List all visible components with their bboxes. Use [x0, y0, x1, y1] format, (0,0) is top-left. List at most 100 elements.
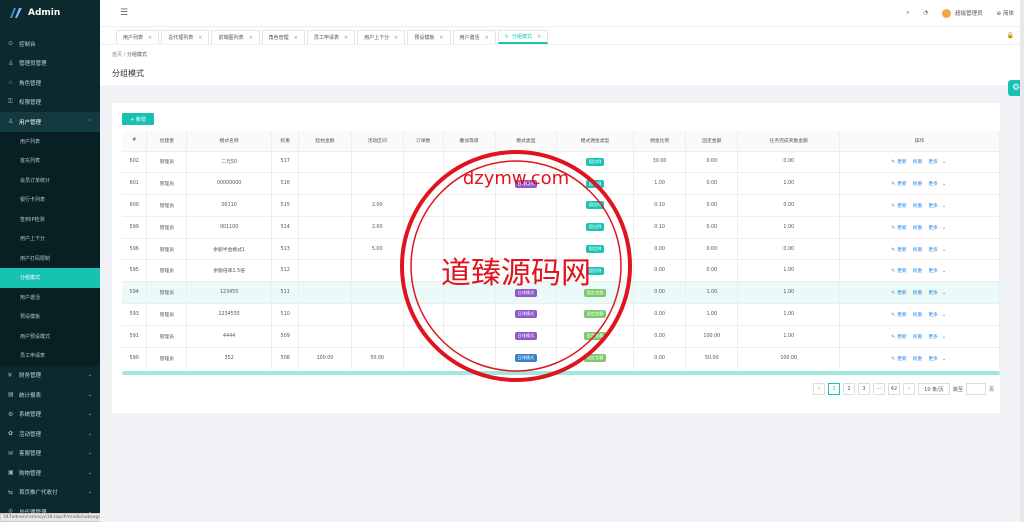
more-link[interactable]: 更多 ⌄ — [926, 335, 948, 340]
sidebar-subitem[interactable]: 用户打码限制 — [0, 249, 100, 269]
weight-link[interactable]: 权重 — [913, 204, 923, 209]
close-icon[interactable]: × — [148, 35, 152, 41]
app-logo[interactable]: Admin — [0, 0, 100, 26]
more-link[interactable]: 更多 ⌄ — [926, 182, 948, 187]
edit-link[interactable]: ✎ 更新 — [891, 357, 909, 362]
weight-link[interactable]: 权重 — [913, 313, 923, 318]
sidebar-item[interactable]: ⚙ 系统管理 ⌄ — [0, 405, 100, 425]
page-button[interactable]: ··· — [872, 383, 885, 395]
edit-link[interactable]: ✎ 更新 — [891, 182, 909, 187]
more-link[interactable]: 更多 ⌄ — [926, 204, 948, 209]
more-link[interactable]: 更多 ⌄ — [926, 269, 948, 274]
close-icon[interactable]: × — [485, 35, 489, 41]
more-link[interactable]: 更多 ⌄ — [926, 313, 948, 318]
more-link[interactable]: 更多 ⌄ — [926, 248, 948, 253]
table-row[interactable]: 602 管理员 二元50 517 固比例 30.00 0.00 0.00 ✎ 更新 权重 更多 ⌄ — [122, 150, 1000, 173]
add-button[interactable]: + 新增 — [122, 113, 154, 125]
close-icon[interactable]: × — [439, 35, 443, 41]
table-row[interactable]: 594 管理员 123455 511 日排模式 固定金额 0.00 1.00 1.00 ✎ 更新 权重… — [122, 281, 1000, 304]
tab-item[interactable]: 前端图列表 × — [211, 30, 260, 44]
user-menu[interactable]: 超级管理员 — [942, 8, 983, 18]
table-row[interactable]: 595 管理员 余额倍率1.5倍 512 固比例 0.00 0.00 1.00 ✎ 更新 权重 更多 ⌄ — [122, 259, 1000, 282]
tab-item[interactable]: 预设模板 × — [407, 30, 451, 44]
sidebar-item[interactable]: ♙ 管理员管理 — [0, 54, 100, 74]
sidebar-subitem[interactable]: 员工申请表 — [0, 346, 100, 366]
sidebar-subitem[interactable]: 预设模板 — [0, 307, 100, 327]
page-button[interactable]: 42 — [887, 383, 900, 395]
more-link[interactable]: 更多 ⌄ — [926, 357, 948, 362]
table-row[interactable]: 596 管理员 余额半金模式1 513 5.00 固比例 0.00 0.00 0.00 ✎ 更新 权重… — [122, 237, 1000, 260]
sidebar-subitem[interactable]: 用户预设模式 — [0, 327, 100, 347]
table-row[interactable]: 601 管理员 00000000 516 日排模式 固比例 1.00 0.00 1.00 ✎ 更新权… — [122, 172, 1000, 195]
tab-item[interactable]: 用户邀活 × — [452, 30, 496, 44]
tab-item[interactable]: 用户列表 × — [116, 30, 160, 44]
table-row[interactable]: 590 管理员 352 508 100.00 50.00 日排模式 固定金额 0.00 50.00… — [122, 346, 1000, 369]
sidebar-subitem[interactable]: 首充列表 — [0, 151, 100, 171]
edit-link[interactable]: ✎ 更新 — [891, 335, 909, 340]
sidebar-subitem[interactable]: 会员订单统计 — [0, 171, 100, 191]
sidebar-subitem[interactable]: 分组模式 — [0, 268, 100, 288]
sidebar-item[interactable]: ✉ 客服管理 ⌄ — [0, 444, 100, 464]
weight-link[interactable]: 权重 — [913, 335, 923, 340]
goto-input[interactable] — [965, 383, 986, 395]
more-link[interactable]: 更多 ⌄ — [926, 160, 948, 165]
edit-link[interactable]: ✎ 更新 — [891, 291, 909, 296]
page-size-select[interactable]: 10 条/页 — [917, 383, 950, 395]
more-link[interactable]: 更多 ⌄ — [926, 291, 948, 296]
search-icon[interactable]: ⌕ — [906, 10, 909, 17]
horizontal-scrollbar[interactable] — [122, 371, 1000, 375]
edit-link[interactable]: ✎ 更新 — [891, 269, 909, 274]
prev-page-icon[interactable]: ‹ — [812, 383, 825, 395]
sidebar-item[interactable]: ▤ 统计报表 ⌄ — [0, 385, 100, 405]
weight-link[interactable]: 权重 — [913, 269, 923, 274]
close-icon[interactable]: × — [198, 35, 202, 41]
weight-link[interactable]: 权重 — [913, 291, 923, 296]
edit-link[interactable]: ✎ 更新 — [891, 313, 909, 318]
sidebar-item[interactable]: ♘ 角色管理 — [0, 73, 100, 93]
sidebar-item[interactable]: ▣ 购物管理 ⌄ — [0, 463, 100, 483]
sidebar-subitem[interactable]: 签到IP检测 — [0, 210, 100, 230]
language-switch[interactable]: ⊕ 简体 — [997, 9, 1014, 17]
edit-link[interactable]: ✎ 更新 — [891, 248, 909, 253]
edit-link[interactable]: ✎ 更新 — [891, 160, 909, 165]
page-button[interactable]: 1 — [827, 383, 840, 395]
close-icon[interactable]: × — [394, 35, 398, 41]
bell-icon[interactable]: ◔ — [923, 10, 928, 16]
sidebar-subitem[interactable]: 用户邀活 — [0, 288, 100, 308]
table-row[interactable]: 600 管理员 00110 515 2.00 固比例 0.10 0.00 0.00 ✎ 更新 权重 更多… — [122, 194, 1000, 217]
more-link[interactable]: 更多 ⌄ — [926, 226, 948, 231]
close-icon[interactable]: × — [344, 35, 348, 41]
close-icon[interactable]: × — [294, 35, 298, 41]
breadcrumb-home[interactable]: 首页 — [112, 52, 122, 58]
close-icon[interactable]: × — [248, 35, 252, 41]
weight-link[interactable]: 权重 — [913, 160, 923, 165]
weight-link[interactable]: 权重 — [913, 248, 923, 253]
table-row[interactable]: 593 管理员 1234555 510 日排模式 固定金额 0.00 1.00 1.00 ✎ 更新权… — [122, 303, 1000, 326]
next-page-icon[interactable]: › — [902, 383, 915, 395]
sidebar-subitem[interactable]: 用户列表 — [0, 132, 100, 152]
tab-item[interactable]: 用户上下分 × — [357, 30, 406, 44]
sidebar-item[interactable]: ¥ 财务管理 ⌄ — [0, 366, 100, 386]
menu-toggle-icon[interactable]: ☰ — [120, 8, 128, 18]
weight-link[interactable]: 权重 — [913, 357, 923, 362]
tab-item[interactable]: 员工申请表 × — [306, 30, 356, 44]
sidebar-item[interactable]: ♙ 用户管理 ⌃ — [0, 112, 100, 132]
sidebar-item[interactable]: ⊙ 控制台 — [0, 34, 100, 54]
tab-item[interactable]: ↻ 分组模式 × — [497, 30, 549, 44]
sidebar-item[interactable]: ⚿ 权限管理 — [0, 93, 100, 113]
weight-link[interactable]: 权重 — [913, 226, 923, 231]
vertical-scrollbar[interactable] — [1020, 0, 1024, 522]
edit-link[interactable]: ✎ 更新 — [891, 204, 909, 209]
page-button[interactable]: 2 — [842, 383, 855, 395]
close-icon[interactable]: × — [537, 34, 541, 40]
sidebar-subitem[interactable]: 银行卡列表 — [0, 190, 100, 210]
table-row[interactable]: 591 管理员 4444 509 日排模式 固定金额 0.00 100.00 1.00 ✎ 更新 权重… — [122, 324, 1000, 348]
sidebar-subitem[interactable]: 用户上下分 — [0, 229, 100, 249]
lock-icon[interactable]: 🔒 — [1007, 32, 1014, 39]
sidebar-item[interactable]: ⇆ 首页推广代收付 ⌄ — [0, 483, 100, 503]
edit-link[interactable]: ✎ 更新 — [891, 226, 909, 231]
weight-link[interactable]: 权重 — [913, 182, 923, 187]
table-row[interactable]: 599 管理员 001100 514 2.00 固比例 0.10 0.00 1.00 ✎ 更新 权重更… — [122, 215, 1000, 239]
tab-item[interactable]: 角色管理 × — [261, 30, 305, 44]
page-button[interactable]: 3 — [857, 383, 870, 395]
